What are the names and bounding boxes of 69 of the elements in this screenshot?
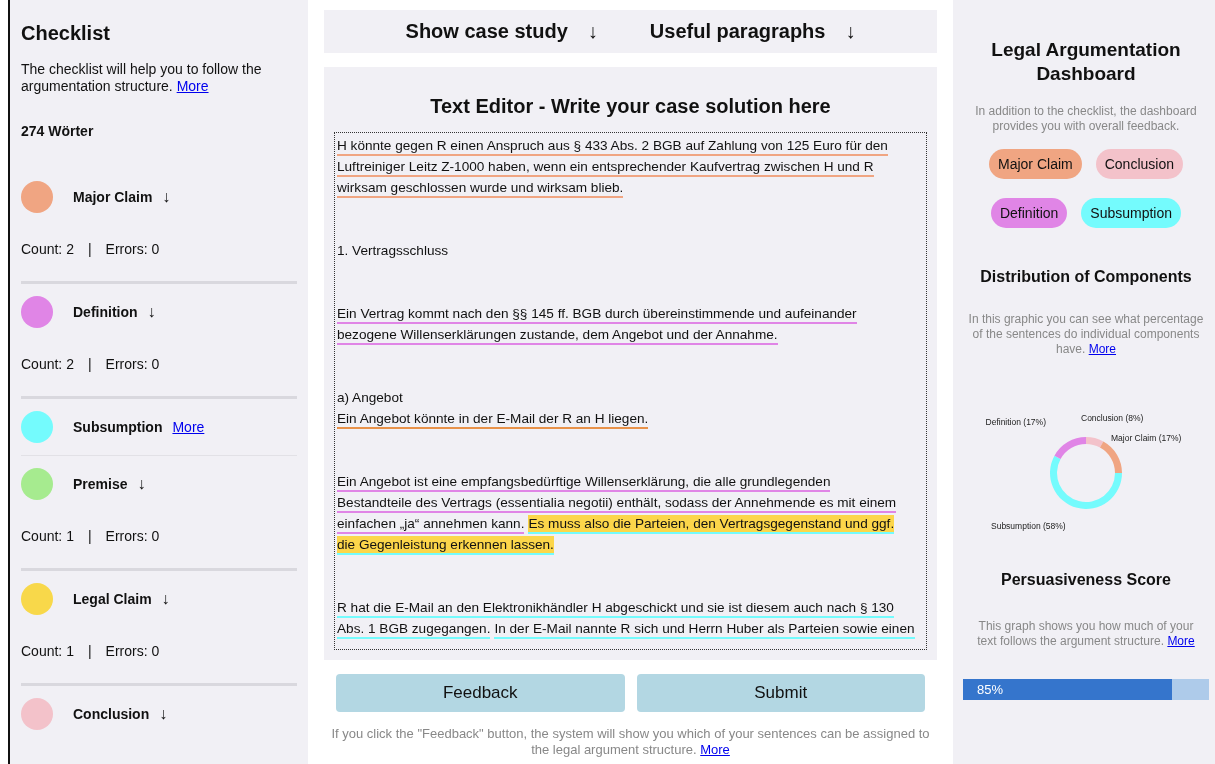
component-tag: Major Claim	[989, 149, 1082, 179]
dashboard-title: Legal Argumentation Dashboard	[990, 38, 1182, 86]
component-tag: Definition	[990, 198, 1068, 228]
sentence-text: bezogene Willenserklärungen zustande, dem Angebot und der Annahme.	[337, 326, 778, 345]
slice-label: Major Claim (17%)	[1111, 433, 1182, 443]
more-link[interactable]: More	[700, 742, 730, 757]
separator-text: |	[87, 528, 92, 544]
component-name: Subsumption	[73, 419, 163, 435]
component-name: Premise	[73, 476, 128, 492]
word-count: 274 Wörter	[21, 123, 95, 139]
toggle-tab[interactable]: Useful paragraphs ↓	[643, 19, 862, 44]
slice-label: Definition (17%)	[985, 417, 1046, 427]
component-tag: Subsumption	[1081, 198, 1182, 228]
sentence-text: R hat die E-Mail an den Elektronikhändler H abgeschickt und sie ist diesem auch nach § 130	[337, 599, 894, 618]
text-editor[interactable]	[334, 132, 927, 650]
count-text: Count: 2	[21, 356, 74, 372]
slice-label: Conclusion (8%)	[1081, 413, 1144, 423]
sentence-text: 1. Vertragsschluss	[337, 242, 449, 260]
sentence-text: einfachen „ja“ annehmen kann.	[337, 515, 525, 534]
sentence-text: Es muss also die Parteien, den Vertragsgegenstand und ggf.	[528, 515, 895, 534]
component-name: Legal Claim	[73, 591, 152, 607]
separator-text: |	[87, 241, 92, 257]
separator-text: |	[87, 356, 92, 372]
sentence-text: Luftreiniger Leitz Z-1000 haben, wenn ein entsprechender Kaufvertrag zwischen H und R	[337, 158, 874, 177]
more-link[interactable]: More	[1088, 342, 1116, 356]
expand-arrow-icon[interactable]: ↓	[137, 475, 146, 493]
toggle-tab[interactable]: Show case study ↓	[399, 19, 604, 44]
sentence-text: Ein Angebot könnte in der E-Mail der R an H liegen.	[337, 410, 649, 429]
feedback-button[interactable]: Feedback	[336, 674, 625, 712]
sentence-text: Ein Vertrag kommt nach den §§ 145 ff. BGB durch übereinstimmende und aufeinander	[337, 305, 857, 324]
feedback-hint: If you click the "Feedback" button, the system will show you which of your sentences can be assigned to the legal argument structure. More	[330, 726, 931, 758]
sentence-text: die Gegenleistung erkennen lassen.	[337, 536, 554, 555]
more-link[interactable]: More	[176, 78, 209, 94]
expand-arrow-icon[interactable]: ↓	[162, 188, 171, 206]
slice-label: Subsumption (58%)	[991, 521, 1066, 531]
distribution-intro: In this graphic you can see what percentage of the sentences do individual components have. More	[968, 312, 1204, 357]
score-title: Persuasiveness Score	[1001, 571, 1171, 589]
more-link[interactable]: More	[1167, 634, 1195, 648]
sentence-text: a) Angebot	[337, 389, 403, 407]
sentence-text: Ein Angebot ist eine empfangsbedürftige Willenserklärung, die alle grundlegenden	[337, 473, 831, 492]
expand-arrow-icon[interactable]: ↓	[161, 590, 170, 608]
sentence-text: In der E-Mail nannte R sich und Herrn Huber als Parteien sowie einen	[494, 620, 915, 639]
expand-arrow-icon[interactable]: ↓	[147, 303, 156, 321]
distribution-title: Distribution of Components	[980, 268, 1192, 286]
more-link[interactable]: More	[172, 419, 205, 435]
checklist-title: Checklist	[21, 22, 111, 45]
expand-arrow-icon[interactable]: ↓	[159, 705, 168, 723]
sentence-text: Bestandteile des Vertrags (essentialia negotii) enthält, sodass der Annehmende es mit einem	[337, 494, 897, 513]
errors-text: Errors: 0	[105, 643, 160, 659]
errors-text: Errors: 0	[105, 528, 160, 544]
component-tag: Conclusion	[1095, 149, 1183, 179]
component-name: Conclusion	[73, 706, 150, 722]
dashboard-intro: In addition to the checklist, the dashboard provides you with overall feedback.	[974, 104, 1198, 134]
count-text: Count: 1	[21, 528, 74, 544]
count-text: Count: 1	[21, 643, 74, 659]
sentence-text: wirksam geschlossen wurde und wirksam blieb.	[337, 179, 624, 198]
checklist-intro: The checklist will help you to follow the argumentation structure. More	[21, 61, 263, 95]
submit-button[interactable]: Submit	[636, 674, 925, 712]
score-reading: 85%	[976, 682, 1004, 697]
errors-text: Errors: 0	[105, 356, 160, 372]
sentence-text: Abs. 1 BGB zugegangen.	[337, 620, 491, 639]
separator-text: |	[87, 643, 92, 659]
errors-text: Errors: 0	[105, 241, 160, 257]
sentence-text: H könnte gegen R einen Anspruch aus § 433 Abs. 2 BGB auf Zahlung von 125 Euro für den	[337, 137, 888, 156]
component-name: Definition	[73, 304, 138, 320]
count-text: Count: 2	[21, 241, 74, 257]
editor-title: Text Editor - Write your case solution here	[430, 95, 831, 118]
score-intro: This graph shows you how much of your text follows the argument structure. More	[976, 619, 1196, 649]
component-name: Major Claim	[73, 189, 153, 205]
